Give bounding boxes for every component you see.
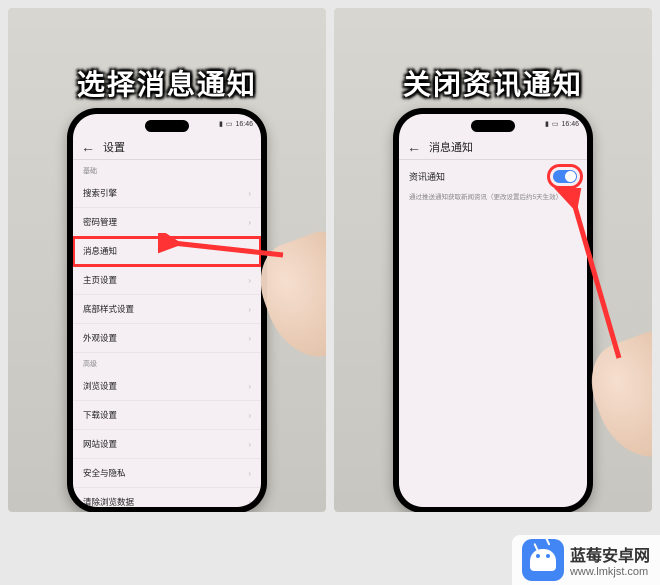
phone-frame-left: ▮ ▭ 16:46 ← 设置 基础 搜索引擎› 密码管理› 消息通知› 主页设置… — [67, 108, 267, 512]
status-right: ▮ ▭ 16:46 — [545, 120, 579, 128]
signal-icon: ▮ — [545, 120, 549, 128]
watermark-title: 蓝莓安卓网 — [570, 542, 650, 566]
list-item-homepage[interactable]: 主页设置› — [73, 266, 261, 295]
right-panel-title: 关闭资讯通知 — [403, 63, 583, 103]
left-panel-title: 选择消息通知 — [77, 63, 257, 103]
back-icon[interactable]: ← — [81, 139, 95, 155]
chevron-right-icon: › — [248, 305, 251, 314]
chevron-right-icon: › — [248, 218, 251, 227]
nav-bar: ← 消息通知 — [399, 134, 587, 160]
list-item-download[interactable]: 下载设置› — [73, 401, 261, 430]
chevron-right-icon: › — [248, 189, 251, 198]
red-arrow-right — [504, 188, 634, 368]
left-panel: 选择消息通知 ▮ ▭ 16:46 ← 设置 基础 — [8, 8, 326, 512]
status-time: 16:46 — [235, 121, 253, 128]
red-arrow-left — [158, 233, 288, 263]
android-icon — [522, 539, 564, 581]
battery-icon: ▭ — [552, 120, 559, 128]
list-item-search-engine[interactable]: 搜索引擎› — [73, 179, 261, 208]
news-toggle[interactable] — [553, 170, 577, 183]
back-icon[interactable]: ← — [407, 139, 421, 155]
settings-list: 基础 搜索引擎› 密码管理› 消息通知› 主页设置› 底部样式设置› 外观设置›… — [73, 160, 261, 507]
section-label: 基础 — [73, 160, 261, 179]
section-label: 高级 — [73, 353, 261, 372]
signal-icon: ▮ — [219, 120, 223, 128]
nav-title: 设置 — [103, 139, 125, 155]
list-item-clear-data[interactable]: 清除浏览数据› — [73, 488, 261, 507]
list-item-website[interactable]: 网站设置› — [73, 430, 261, 459]
phone-screen-left: ▮ ▭ 16:46 ← 设置 基础 搜索引擎› 密码管理› 消息通知› 主页设置… — [73, 114, 261, 507]
watermark-text: 蓝莓安卓网 www.lmkjst.com — [570, 542, 650, 578]
chevron-right-icon: › — [248, 440, 251, 449]
notch — [471, 120, 515, 132]
notch — [145, 120, 189, 132]
watermark: 蓝莓安卓网 www.lmkjst.com — [512, 535, 660, 585]
chevron-right-icon: › — [248, 276, 251, 285]
right-panel: 关闭资讯通知 ▮ ▭ 16:46 ← 消息通知 资讯通知 — [334, 8, 652, 512]
nav-bar: ← 设置 — [73, 134, 261, 160]
nav-title: 消息通知 — [429, 139, 473, 155]
list-item-security[interactable]: 安全与隐私› — [73, 459, 261, 488]
chevron-right-icon: › — [248, 411, 251, 420]
status-time: 16:46 — [561, 121, 579, 128]
chevron-right-icon: › — [248, 334, 251, 343]
list-item-browse[interactable]: 浏览设置› — [73, 372, 261, 401]
battery-icon: ▭ — [226, 120, 233, 128]
chevron-right-icon: › — [248, 382, 251, 391]
list-item-appearance[interactable]: 外观设置› — [73, 324, 261, 353]
status-right: ▮ ▭ 16:46 — [219, 120, 253, 128]
list-item-bottom-style[interactable]: 底部样式设置› — [73, 295, 261, 324]
chevron-right-icon: › — [248, 469, 251, 478]
chevron-right-icon: › — [248, 498, 251, 507]
watermark-url: www.lmkjst.com — [570, 566, 650, 578]
toggle-label: 资讯通知 — [409, 170, 445, 183]
